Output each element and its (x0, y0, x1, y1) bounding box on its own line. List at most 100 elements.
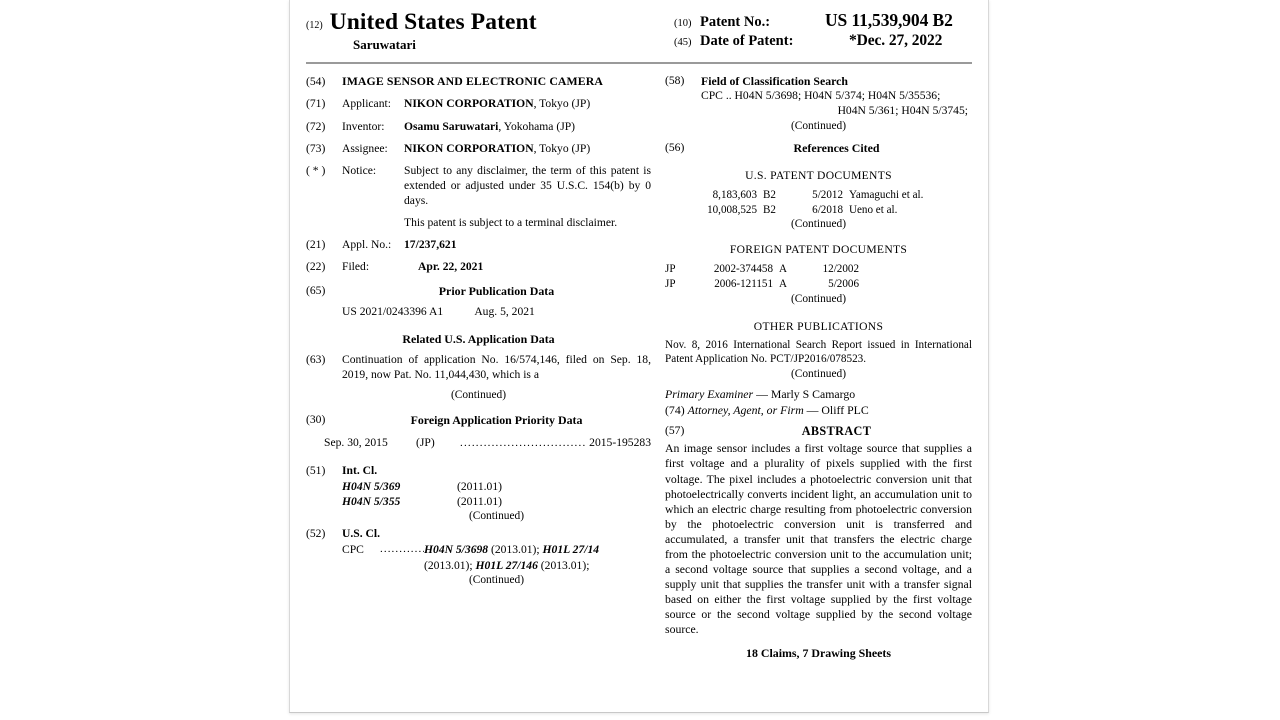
code-10: (10) (674, 18, 692, 29)
patent-front-page: (12) United States Patent Saruwatari (10… (289, 0, 989, 713)
int-cl-row-1: H04N 5/369 (2011.01) (342, 479, 651, 494)
us-doc-number-1: 8,183,603 (712, 189, 757, 202)
field-notice: ( * ) Notice: Subject to any disclaimer,… (306, 163, 651, 208)
content-columns: (54) IMAGE SENSOR AND ELECTRONIC CAMERA … (306, 74, 972, 660)
foreign-priority-date: Sep. 30, 2015 (324, 436, 388, 450)
us-doc-date-2: 6/2018 (812, 203, 843, 216)
page-title: United States Patent (329, 9, 537, 35)
inventor-surname: Saruwatari (353, 37, 416, 53)
us-cl-continued: (Continued) (468, 574, 525, 587)
us-cl-cpc-label: CPC (342, 543, 364, 557)
attorney-row: (74) Attorney, Agent, or Firm — Oliff PL… (665, 403, 972, 419)
prior-publication-number: US 2021/0243396 A1 (342, 305, 444, 318)
attorney-name: — Oliff PLC (803, 402, 869, 417)
appl-no-label: Appl. No.: (342, 237, 392, 251)
page-inner: (12) United States Patent Saruwatari (10… (290, 0, 988, 712)
us-cl-row: CPC ............ H04N 5/3698 (2013.01); … (342, 542, 651, 557)
us-patent-documents-header: U.S. PATENT DOCUMENTS (745, 169, 892, 183)
patent-title-row: (12) United States Patent (306, 9, 674, 35)
primary-examiner-row: Primary Examiner — Marly S Camargo (665, 387, 972, 403)
field-classification-search-body: CPC .. H04N 5/3698; H04N 5/374; H04N 5/3… (701, 89, 972, 119)
field-appl-no: (21) Appl. No.: 17/237,621 (306, 237, 651, 252)
header-right: (10) Patent No.: US 11,539,904 B2 (45) D… (674, 10, 972, 53)
abstract-text: An image sensor includes a first voltage… (665, 442, 972, 637)
int-cl-code-1: H04N 5/369 (342, 480, 401, 494)
code-12: (12) (306, 20, 323, 31)
prior-publication-title: Prior Publication Data (438, 284, 555, 298)
us-doc-number-2: 10,008,525 (707, 203, 757, 216)
applicant-label: Applicant: (342, 97, 391, 111)
code-56: (56) (665, 141, 685, 155)
us-docs-continued: (Continued) (790, 218, 847, 231)
int-cl-code-2: H04N 5/355 (342, 495, 401, 509)
abstract-title: ABSTRACT (801, 424, 872, 439)
foreign-priority-number: 2015-195283 (589, 436, 651, 450)
prior-publication-row: US 2021/0243396 A1 Aug. 5, 2021 (342, 304, 651, 319)
references-cited-header: (56) References Cited (665, 141, 972, 156)
other-publications-text: Nov. 8, 2016 International Search Report… (665, 338, 972, 366)
foreign-priority-leader: .................................. (460, 437, 586, 450)
patent-date-value: *Dec. 27, 2022 (849, 32, 943, 49)
us-patent-documents-table: 8,183,603 B2 5/2012 Yamaguchi et al. 10,… (665, 188, 972, 217)
applicant-location: , Tokyo (JP) (533, 97, 591, 111)
foreign-priority-title: Foreign Application Priority Data (410, 413, 583, 428)
us-cl-class-c: H01L 27/146 (475, 558, 538, 572)
us-cl-value-line2: (2013.01); H01L 27/146 (2013.01); (424, 558, 651, 573)
code-21: (21) (306, 237, 326, 251)
us-cl-label: U.S. Cl. (342, 527, 381, 541)
patent-date-label: Date of Patent: (700, 33, 794, 49)
field-title: (54) IMAGE SENSOR AND ELECTRONIC CAMERA (306, 74, 651, 89)
code-74: (74) (665, 402, 685, 417)
inventor-label: Inventor: (342, 119, 385, 133)
notice-text: Subject to any disclaimer, the term of t… (404, 163, 651, 207)
related-continuation-text: Continuation of application No. 16/574,1… (342, 353, 651, 382)
code-72: (72) (306, 119, 326, 133)
inventor-location: , Yokohama (JP) (498, 119, 576, 133)
patent-number-value: US 11,539,904 B2 (825, 10, 953, 30)
code-63: (63) (306, 353, 326, 367)
header-left: (12) United States Patent Saruwatari (306, 9, 674, 53)
us-doc-date-1: 5/2012 (812, 189, 843, 202)
table-row: JP 2006-121151 A 5/2006 (665, 277, 972, 292)
us-doc-name-1: Yamaguchi et al. (849, 189, 924, 202)
field-applicant: (71) Applicant: NIKON CORPORATION, Tokyo… (306, 96, 651, 111)
applicant-value: NIKON CORPORATION, Tokyo (JP) (404, 96, 651, 111)
primary-examiner-label: Primary Examiner (665, 386, 754, 401)
foreign-doc-date-1: 12/2002 (822, 263, 859, 276)
notice-terminal-spacer2 (342, 215, 404, 230)
code-71: (71) (306, 97, 326, 111)
field-int-cl: (51) Int. Cl. (306, 463, 651, 478)
column-gap (651, 74, 665, 660)
prior-publication-date: Aug. 5, 2021 (474, 305, 535, 318)
notice-terminal-text: This patent is subject to a terminal dis… (404, 215, 618, 229)
table-row: JP 2002-374458 A 12/2002 (665, 262, 972, 277)
code-45: (45) (674, 37, 692, 48)
other-publications-header: OTHER PUBLICATIONS (753, 319, 884, 333)
assignee-value: NIKON CORPORATION, Tokyo (JP) (404, 141, 651, 156)
field-classification-search-title: Field of Classification Search (701, 74, 848, 89)
patent-number-label: Patent No.: (700, 14, 771, 30)
foreign-doc-cc-1: JP (665, 263, 676, 276)
us-cl-ver-b: (2013.01); (424, 558, 476, 572)
field-related-continuation: (63) Continuation of application No. 16/… (306, 352, 651, 382)
field-filed: (22) Filed: Apr. 22, 2021 (306, 259, 651, 274)
patent-date-row: (45) Date of Patent: *Dec. 27, 2022 (674, 32, 972, 50)
inventor-value: Osamu Saruwatari, Yokohama (JP) (404, 119, 651, 134)
int-cl-version-1: (2011.01) (457, 480, 502, 494)
us-cl-ver-a: (2013.01); (488, 543, 543, 557)
filed-value: Apr. 22, 2021 (418, 259, 484, 273)
code-58: (58) (665, 74, 685, 88)
patent-number-row: (10) Patent No.: US 11,539,904 B2 (674, 10, 972, 31)
filed-label: Filed: (342, 259, 370, 273)
foreign-priority-header: (30) Foreign Application Priority Data (306, 413, 651, 428)
left-column: (54) IMAGE SENSOR AND ELECTRONIC CAMERA … (306, 74, 651, 660)
code-asterisk: ( * ) (306, 163, 326, 177)
code-51: (51) (306, 464, 326, 478)
foreign-patent-documents-header: FOREIGN PATENT DOCUMENTS (729, 243, 908, 257)
foreign-doc-kind-2: A (779, 277, 788, 290)
int-cl-row-2: H04N 5/355 (2011.01) (342, 494, 651, 509)
related-continued: (Continued) (450, 389, 507, 402)
fcs-classes-2: H04N 5/361; H04N 5/3745; (837, 104, 968, 118)
us-doc-name-2: Ueno et al. (849, 203, 898, 216)
table-row: 10,008,525 B2 6/2018 Ueno et al. (665, 203, 972, 218)
